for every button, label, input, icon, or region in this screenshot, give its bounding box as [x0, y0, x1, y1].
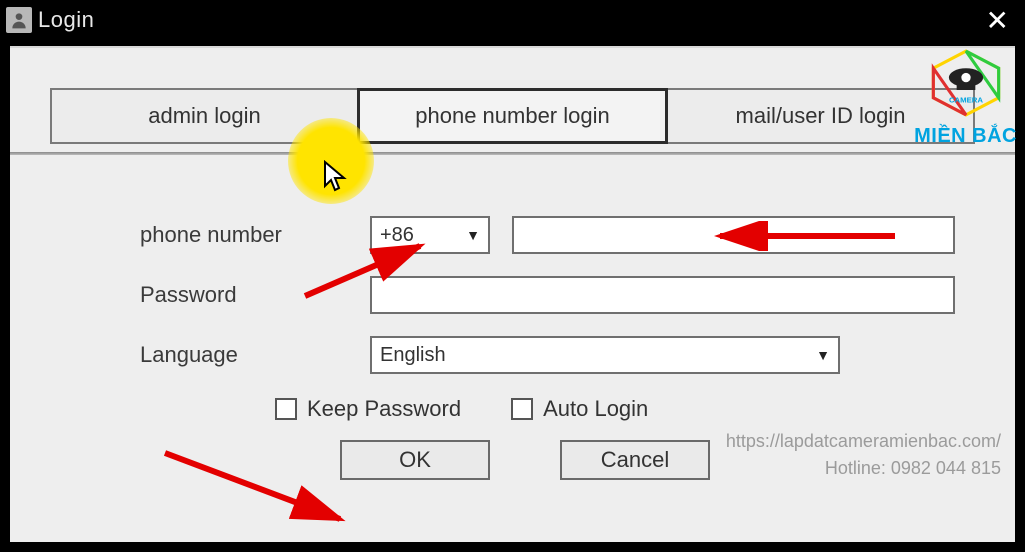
login-window: Login ✕ admin login phone number login m… — [0, 0, 1025, 552]
auto-login-checkbox[interactable]: Auto Login — [511, 396, 648, 422]
mouse-cursor-icon — [322, 160, 352, 194]
watermark: https://lapdatcameramienbac.com/ Hotline… — [726, 428, 1001, 482]
cancel-button[interactable]: Cancel — [560, 440, 710, 480]
language-select[interactable]: English ▼ — [370, 336, 840, 374]
checkbox-box — [511, 398, 533, 420]
window-title: Login — [38, 7, 94, 33]
tabs-underline — [10, 152, 1015, 155]
tab-admin-login[interactable]: admin login — [50, 88, 359, 144]
checkbox-box — [275, 398, 297, 420]
login-tabs: admin login phone number login mail/user… — [50, 88, 975, 144]
brand-logo: CAMERA MIỀN BẮC — [914, 48, 1017, 148]
language-label: Language — [140, 342, 370, 368]
svg-text:CAMERA: CAMERA — [949, 95, 983, 104]
keep-password-checkbox[interactable]: Keep Password — [275, 396, 461, 422]
keep-password-label: Keep Password — [307, 396, 461, 422]
titlebar: Login ✕ — [0, 0, 1025, 40]
annotation-arrow — [710, 221, 900, 251]
brand-name: MIỀN BẮC — [914, 125, 1017, 148]
auto-login-label: Auto Login — [543, 396, 648, 422]
app-icon — [6, 7, 32, 33]
annotation-arrow — [160, 441, 370, 531]
watermark-hotline: Hotline: 0982 044 815 — [726, 455, 1001, 482]
watermark-url: https://lapdatcameramienbac.com/ — [726, 428, 1001, 455]
annotation-arrow — [300, 236, 460, 306]
tab-phone-login[interactable]: phone number login — [357, 88, 668, 144]
chevron-down-icon: ▼ — [466, 227, 480, 243]
camera-hex-icon: CAMERA — [926, 48, 1006, 118]
close-icon[interactable]: ✕ — [980, 4, 1015, 37]
language-value: English — [380, 344, 446, 367]
client-area: admin login phone number login mail/user… — [10, 46, 1015, 542]
chevron-down-icon: ▼ — [816, 347, 830, 363]
